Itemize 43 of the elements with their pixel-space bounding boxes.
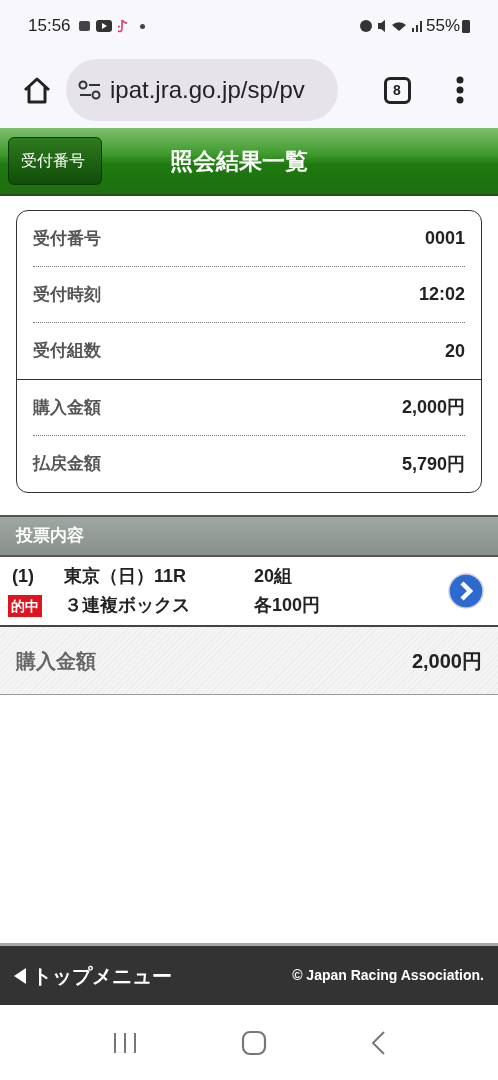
bet-number: (1) xyxy=(11,565,35,588)
triangle-left-icon xyxy=(14,967,26,984)
field-value: 0001 xyxy=(424,227,465,250)
wifi-icon xyxy=(391,21,406,31)
page-title: 照会結果一覧 xyxy=(170,146,308,176)
play-icon xyxy=(95,20,112,32)
status-time: 15:56 xyxy=(28,15,71,38)
back-button[interactable]: 受付番号 xyxy=(8,137,102,185)
field-label: 払戻金額 xyxy=(33,453,101,476)
recent-apps-icon[interactable] xyxy=(111,1030,138,1055)
home-icon[interactable] xyxy=(22,76,52,104)
bet-type: ３連複ボックス xyxy=(64,594,191,617)
top-menu-link[interactable]: トップメニュー xyxy=(14,960,172,991)
field-label: 受付時刻 xyxy=(33,283,101,306)
field-value: 2,000円 xyxy=(401,396,465,419)
signal-icon xyxy=(411,20,422,32)
field-value: 5,790円 xyxy=(401,452,465,476)
dot-icon xyxy=(139,23,145,29)
hit-badge: 的中 xyxy=(8,594,42,617)
tab-count-button[interactable]: 8 xyxy=(383,76,411,104)
race-name: 東京（日）11R xyxy=(64,565,188,588)
field-value: 20 xyxy=(444,339,465,363)
back-icon[interactable] xyxy=(370,1029,387,1056)
field-label: 受付組数 xyxy=(33,340,101,363)
mute-icon xyxy=(377,20,386,32)
copyright-text: © Japan Racing Association. xyxy=(292,966,484,985)
menu-icon[interactable] xyxy=(456,76,464,104)
battery-percent: 55% xyxy=(425,15,460,38)
total-value: 2,000円 xyxy=(411,648,482,674)
section-title: 投票内容 xyxy=(16,525,84,548)
combination-count: 20組 xyxy=(254,565,294,588)
field-label: 購入金額 xyxy=(33,396,101,419)
total-label: 購入金額 xyxy=(16,648,96,674)
music-note-icon xyxy=(117,19,128,33)
url-text: ipat.jra.go.jp/sp/pv xyxy=(110,75,305,105)
field-value: 12:02 xyxy=(418,283,465,306)
home-button-icon[interactable] xyxy=(241,1029,267,1056)
chevron-right-icon[interactable] xyxy=(448,573,484,609)
battery-icon xyxy=(462,19,470,33)
site-settings-icon[interactable] xyxy=(78,80,102,100)
field-label: 受付番号 xyxy=(33,227,101,250)
address-bar[interactable]: ipat.jra.go.jp/sp/pv xyxy=(66,59,338,121)
unit-amount: 各100円 xyxy=(254,594,321,617)
